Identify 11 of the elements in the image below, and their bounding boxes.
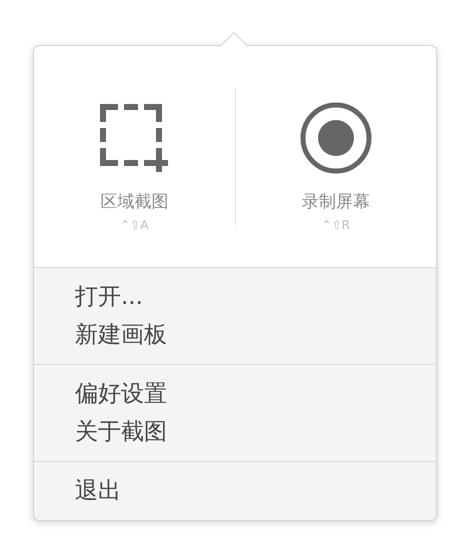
menu-item[interactable]: 退出 [34, 472, 436, 510]
menu-item[interactable]: 打开... [34, 278, 436, 316]
menu-item[interactable]: 偏好设置 [34, 375, 436, 413]
record-icon [298, 101, 373, 175]
action-label: 区域截图 [100, 194, 168, 211]
shortcut-label: ⌃⇧A [120, 219, 148, 231]
dashed-selection-icon [100, 104, 168, 172]
menu-item[interactable]: 新建画板 [34, 316, 436, 354]
action-label: 录制屏幕 [302, 194, 370, 211]
menu-item[interactable]: 关于截图 [34, 413, 436, 451]
shortcut-label: ⌃⇧R [322, 219, 350, 231]
